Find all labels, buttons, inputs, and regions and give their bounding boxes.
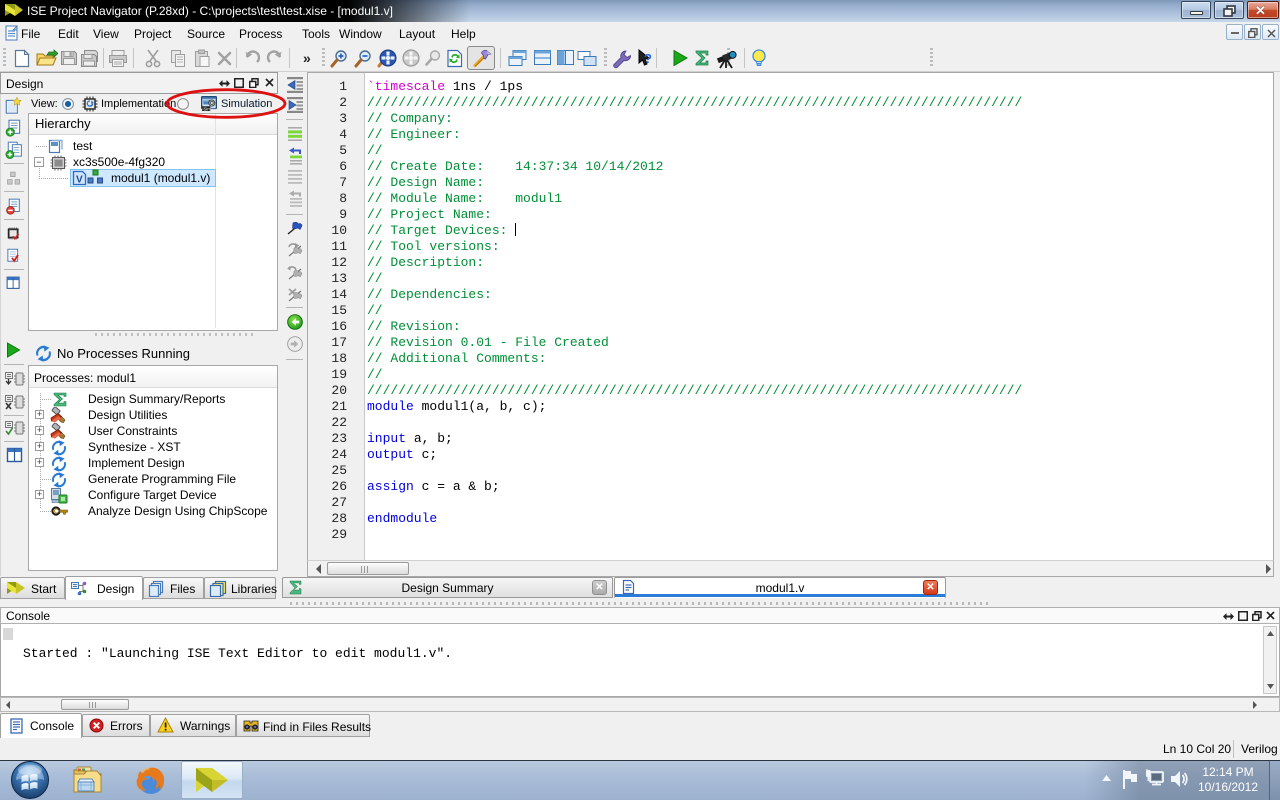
svg-text:C: C	[54, 509, 59, 516]
svg-text:V: V	[76, 175, 83, 186]
svg-text:?: ?	[644, 51, 652, 66]
